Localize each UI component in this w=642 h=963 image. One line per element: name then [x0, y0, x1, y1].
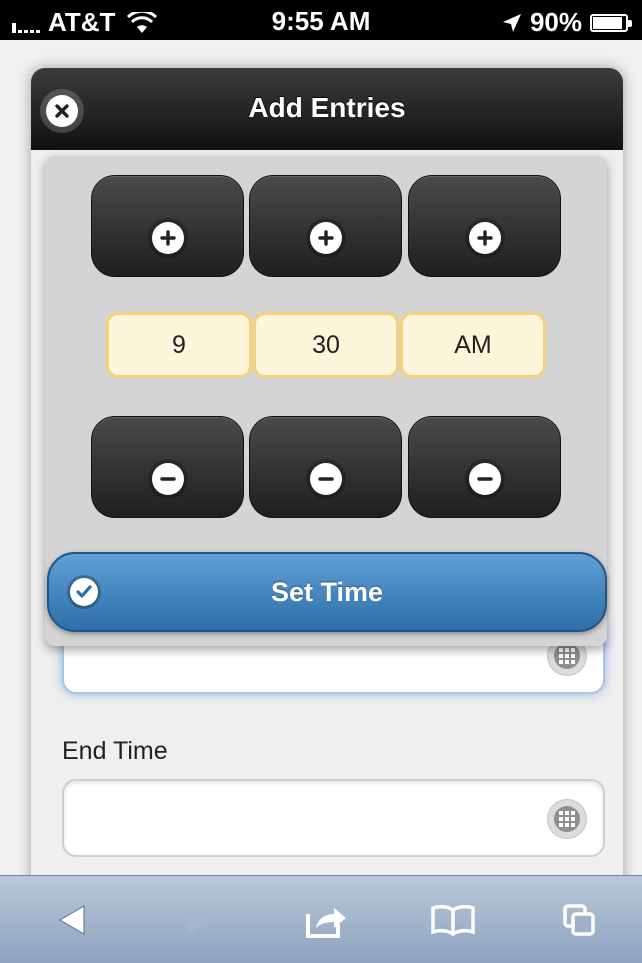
bookmarks-icon — [431, 904, 475, 936]
set-time-button[interactable]: Set Time — [47, 552, 607, 632]
browser-toolbar — [0, 875, 642, 963]
minus-icon — [309, 463, 342, 495]
tabs-button[interactable] — [557, 898, 601, 942]
hour-increment-button[interactable] — [91, 175, 244, 277]
minute-value[interactable]: 30 — [253, 312, 399, 378]
location-arrow-icon — [502, 13, 521, 32]
hour-decrement-button[interactable] — [91, 416, 244, 518]
grid-icon — [554, 643, 580, 669]
minus-icon — [468, 463, 501, 495]
close-icon — [46, 95, 78, 127]
forward-icon — [188, 906, 212, 934]
grid-icon — [554, 806, 580, 832]
minus-icon — [151, 463, 184, 495]
tabs-icon — [563, 904, 595, 936]
ampm-increment-button[interactable] — [408, 175, 561, 277]
back-button[interactable] — [50, 898, 94, 942]
minute-decrement-button[interactable] — [249, 416, 402, 518]
back-icon — [59, 905, 85, 935]
check-icon — [67, 575, 101, 609]
status-right: 90% — [502, 7, 632, 38]
status-bar: AT&T 9:55 AM 90% — [0, 0, 642, 40]
minute-increment-button[interactable] — [249, 175, 402, 277]
ampm-decrement-button[interactable] — [408, 416, 561, 518]
set-time-label: Set Time — [270, 576, 384, 607]
plus-icon — [468, 222, 501, 254]
share-icon — [306, 908, 346, 938]
end-time-input[interactable] — [62, 779, 605, 857]
end-time-picker-button[interactable] — [547, 799, 587, 839]
ampm-value[interactable]: AM — [400, 312, 546, 378]
battery-icon — [590, 13, 632, 32]
end-time-label: End Time — [62, 737, 168, 765]
battery-level — [593, 16, 622, 29]
dialog-header: Add Entries — [31, 68, 623, 150]
bookmarks-button[interactable] — [431, 898, 475, 942]
battery-percent: 90% — [529, 7, 582, 37]
forward-button[interactable] — [178, 898, 222, 942]
plus-icon — [309, 222, 342, 254]
dialog-title: Add Entries — [248, 92, 406, 123]
share-button[interactable] — [304, 898, 348, 942]
plus-icon — [151, 222, 184, 254]
hour-value[interactable]: 9 — [106, 312, 252, 378]
close-button[interactable] — [40, 89, 84, 133]
